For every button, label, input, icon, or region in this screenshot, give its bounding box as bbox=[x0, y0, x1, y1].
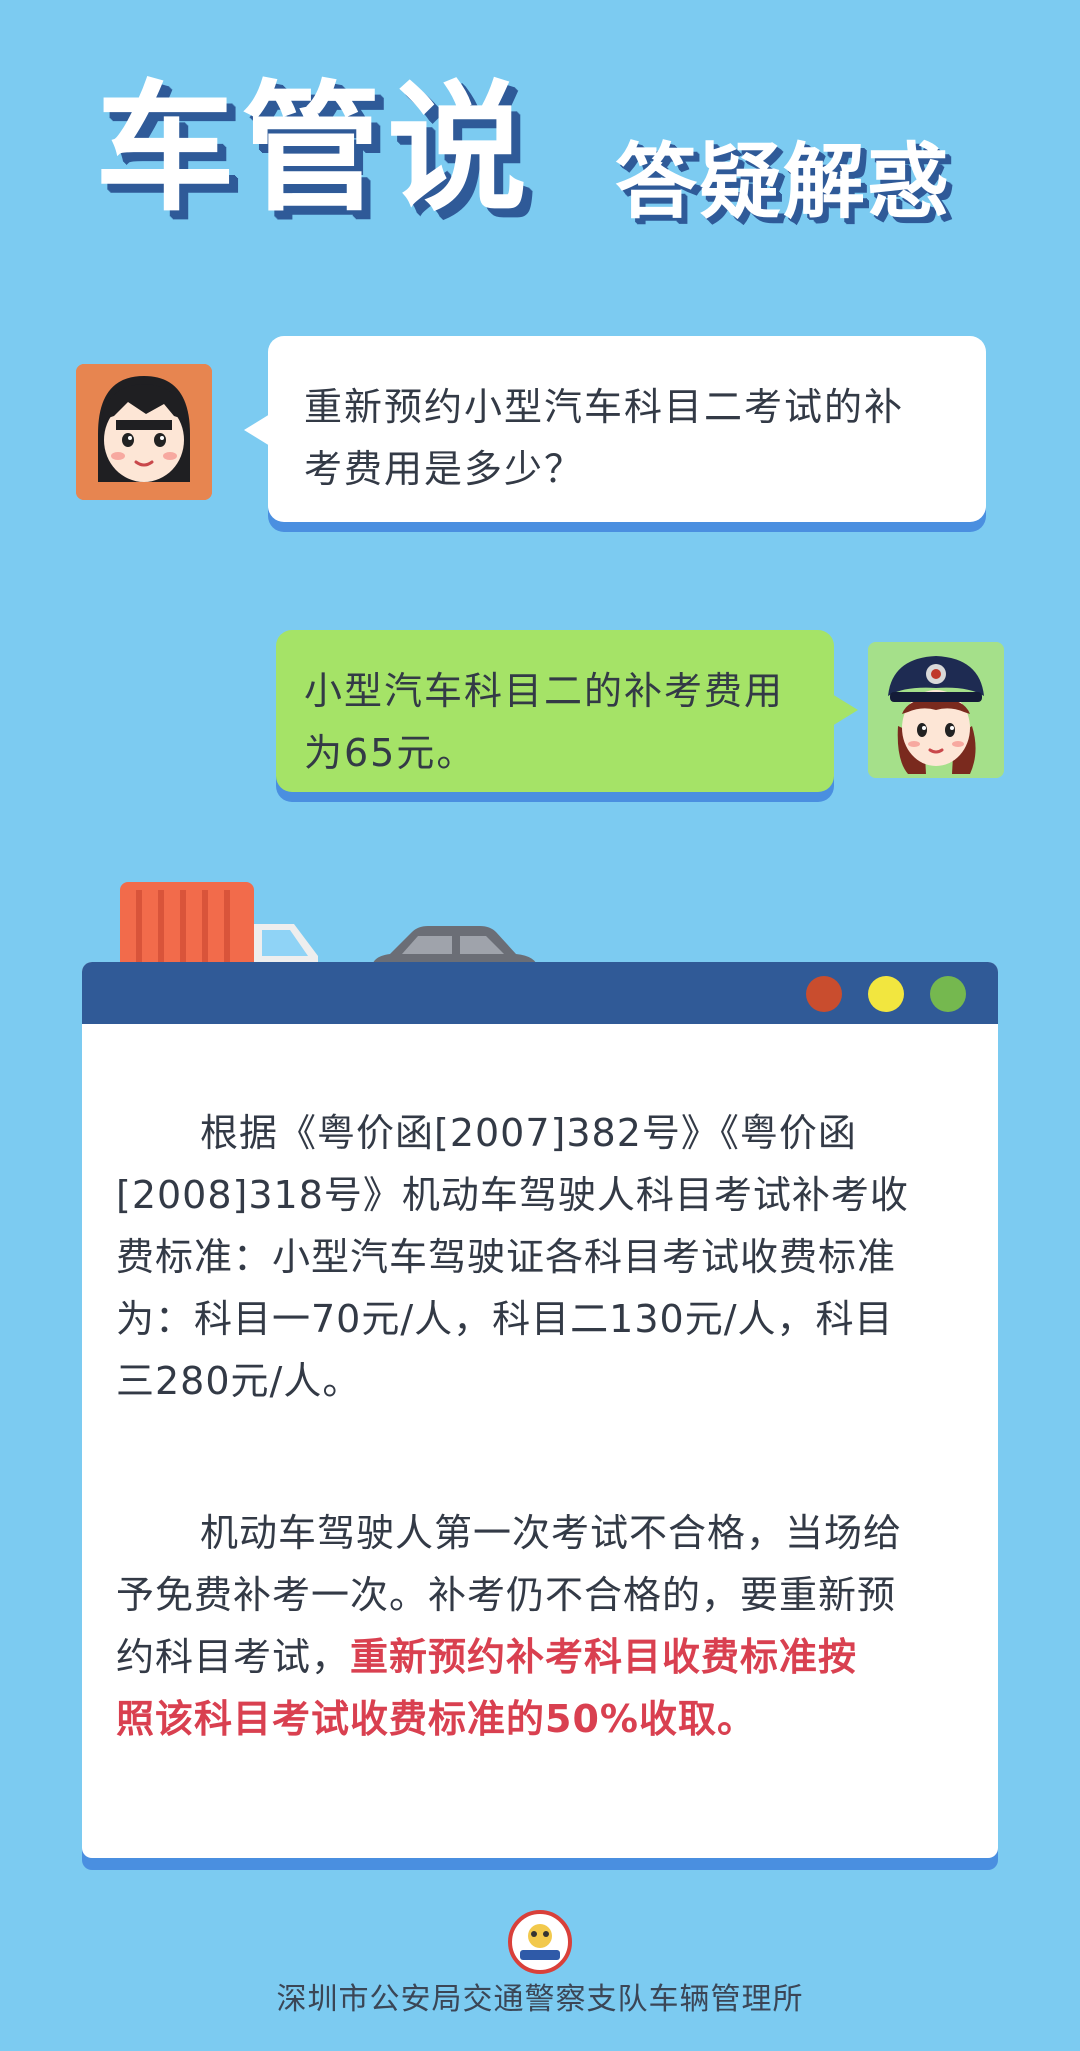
info-card: 根据《粤价函[2007]382号》《粤价函 [2008]318号》机动车驾驶人科… bbox=[82, 962, 998, 1858]
girl-avatar-icon bbox=[76, 364, 212, 500]
paragraph-retake-rule: 机动车驾驶人第一次考试不合格，当场给 予免费补考一次。补考仍不合格的，要重新预 … bbox=[116, 1502, 966, 1750]
para2-line-3-plain: 约科目考试， bbox=[116, 1635, 351, 1679]
police-officer-avatar-icon bbox=[868, 642, 1004, 778]
para1-line-3: 费标准：小型汽车驾驶证各科目考试收费标准 bbox=[116, 1235, 897, 1279]
red-dot-icon bbox=[806, 976, 842, 1012]
answer-line-2: 为65元。 bbox=[304, 731, 477, 775]
para2-line-1: 机动车驾驶人第一次考试不合格，当场给 bbox=[200, 1511, 903, 1555]
green-dot-icon bbox=[930, 976, 966, 1012]
title-sub: 答疑解惑 bbox=[615, 135, 952, 230]
yellow-dot-icon bbox=[868, 976, 904, 1012]
para1-line-4: 为：科目一70元/人，科目二130元/人，科目 bbox=[116, 1297, 894, 1341]
question-line-2: 考费用是多少？ bbox=[304, 447, 585, 491]
para1-line-1: 根据《粤价函[2007]382号》《粤价函 bbox=[200, 1111, 857, 1155]
para2-line-4-highlight: 照该科目考试收费标准的50%收取。 bbox=[116, 1697, 756, 1741]
answer-bubble: 小型汽车科目二的补考费用 为65元。 bbox=[276, 630, 858, 792]
footer-organization: 深圳市公安局交通警察支队车辆管理所 bbox=[276, 1982, 804, 2017]
answer-line-1: 小型汽车科目二的补考费用 bbox=[304, 669, 785, 713]
para2-line-3-highlight: 重新预约补考科目收费标准按 bbox=[350, 1635, 858, 1679]
para2-line-2: 予免费补考一次。补考仍不合格的，要重新预 bbox=[116, 1573, 897, 1617]
question-line-1: 重新预约小型汽车科目二考试的补 bbox=[304, 385, 905, 429]
para1-line-2: [2008]318号》机动车驾驶人科目考试补考收 bbox=[116, 1173, 909, 1217]
traffic-police-badge-icon bbox=[508, 1910, 572, 1974]
question-bubble: 重新预约小型汽车科目二考试的补 考费用是多少？ bbox=[244, 336, 986, 522]
page-title: 车管说 答疑解惑 bbox=[95, 60, 1005, 260]
para1-line-5: 三280元/人。 bbox=[116, 1359, 362, 1403]
card-header bbox=[82, 962, 998, 1024]
title-main: 车管说 bbox=[95, 68, 534, 231]
paragraph-fee-standard: 根据《粤价函[2007]382号》《粤价函 [2008]318号》机动车驾驶人科… bbox=[116, 1102, 966, 1412]
